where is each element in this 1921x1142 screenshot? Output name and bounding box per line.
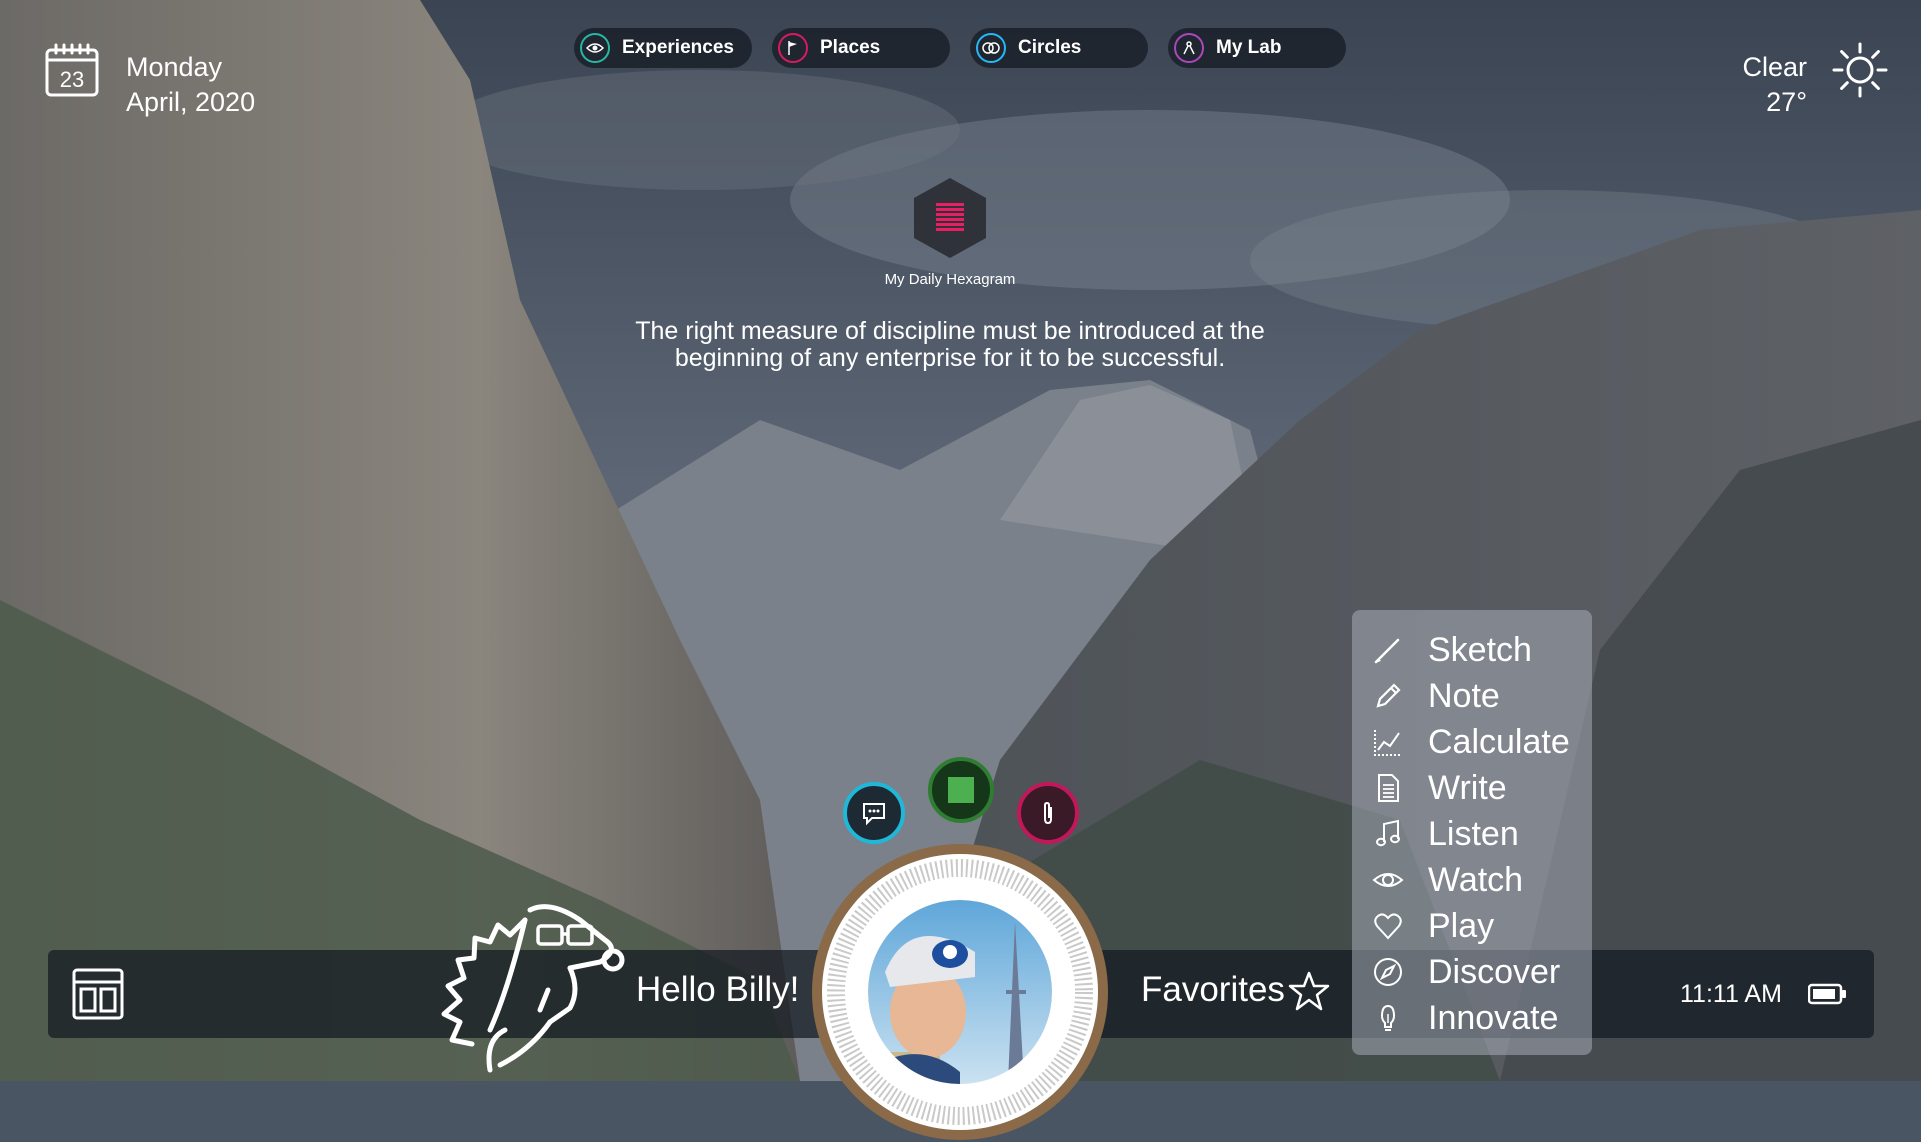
menu-item-label: Note bbox=[1428, 676, 1500, 715]
weather-condition: Clear bbox=[1742, 52, 1807, 82]
favorites-label[interactable]: Favorites bbox=[1141, 970, 1285, 1010]
date-display: Monday April, 2020 bbox=[126, 50, 255, 120]
menu-item-write[interactable]: Write bbox=[1372, 768, 1507, 808]
attachment-button[interactable] bbox=[1017, 782, 1079, 844]
menu-item-listen[interactable]: Listen bbox=[1372, 814, 1519, 854]
menu-item-discover[interactable]: Discover bbox=[1372, 952, 1560, 992]
flask-icon bbox=[1174, 33, 1204, 63]
tab-my-lab[interactable]: My Lab bbox=[1168, 28, 1346, 68]
stop-button[interactable] bbox=[928, 757, 994, 823]
menu-item-note[interactable]: Note bbox=[1372, 676, 1500, 716]
user-avatar[interactable] bbox=[810, 842, 1110, 1142]
heart-icon bbox=[1374, 913, 1402, 940]
menu-item-watch[interactable]: Watch bbox=[1372, 860, 1523, 900]
tab-label: Experiences bbox=[622, 37, 734, 58]
graph-icon bbox=[1374, 730, 1401, 756]
quote-line: The right measure of discipline must be … bbox=[635, 317, 1265, 345]
menu-item-calculate[interactable]: Calculate bbox=[1372, 722, 1570, 762]
clock-time: 11:11 AM bbox=[1680, 980, 1782, 1008]
menu-item-label: Write bbox=[1428, 768, 1507, 807]
star-icon[interactable] bbox=[1288, 970, 1330, 1012]
tab-label: Circles bbox=[1018, 37, 1082, 58]
paperclip-icon bbox=[1044, 801, 1052, 825]
calendar-day-number: 23 bbox=[60, 67, 84, 92]
calendar-icon: 23 bbox=[45, 43, 99, 97]
tab-label: My Lab bbox=[1216, 37, 1282, 58]
menu-item-label: Innovate bbox=[1428, 998, 1559, 1037]
flag-icon bbox=[778, 33, 808, 63]
tab-places[interactable]: Places bbox=[772, 28, 950, 68]
menu-item-label: Play bbox=[1428, 906, 1495, 945]
music-note-icon bbox=[1376, 819, 1400, 847]
menu-item-label: Watch bbox=[1428, 860, 1524, 899]
eye-icon bbox=[580, 33, 610, 63]
circles-icon bbox=[976, 33, 1006, 63]
menu-item-innovate[interactable]: Innovate bbox=[1372, 998, 1558, 1038]
menu-item-play[interactable]: Play bbox=[1372, 906, 1494, 946]
eye-icon bbox=[1372, 873, 1404, 887]
battery-icon bbox=[1808, 983, 1846, 1005]
lightbulb-icon bbox=[1380, 1004, 1396, 1031]
document-icon bbox=[1378, 774, 1399, 802]
compass-icon bbox=[1374, 958, 1402, 986]
tab-circles[interactable]: Circles bbox=[970, 28, 1148, 68]
weather-temperature: 27° bbox=[1766, 87, 1807, 117]
menu-item-label: Listen bbox=[1428, 814, 1519, 853]
tab-label: Places bbox=[820, 37, 881, 58]
chat-button[interactable] bbox=[843, 782, 905, 844]
layout-icon[interactable] bbox=[72, 968, 124, 1020]
menu-item-label: Sketch bbox=[1428, 630, 1532, 669]
menu-item-sketch[interactable]: Sketch bbox=[1372, 630, 1532, 670]
weather-display: Clear 27° bbox=[1742, 50, 1807, 120]
brush-icon bbox=[1374, 638, 1400, 664]
chat-bubble-icon bbox=[863, 803, 885, 826]
stop-square-icon bbox=[948, 777, 974, 803]
hexagram-icon[interactable] bbox=[912, 176, 988, 260]
month-year-label: April, 2020 bbox=[126, 87, 256, 117]
menu-item-label: Discover bbox=[1428, 952, 1561, 991]
quote-line: beginning of any enterprise for it to be… bbox=[674, 344, 1226, 372]
weekday-label: Monday bbox=[126, 52, 223, 82]
dinosaur-mascot bbox=[441, 904, 625, 1073]
tool-menu: Sketch Note Calculate Write Listen Watch… bbox=[1352, 610, 1592, 1055]
greeting-text: Hello Billy! bbox=[636, 970, 800, 1009]
sun-icon bbox=[1832, 42, 1888, 98]
hexagram-quote: The right measure of discipline must be … bbox=[560, 318, 1340, 372]
menu-item-label: Calculate bbox=[1428, 722, 1570, 761]
pencil-icon bbox=[1376, 683, 1401, 708]
tab-experiences[interactable]: Experiences bbox=[574, 28, 752, 68]
hexagram-caption: My Daily Hexagram bbox=[884, 271, 1016, 288]
